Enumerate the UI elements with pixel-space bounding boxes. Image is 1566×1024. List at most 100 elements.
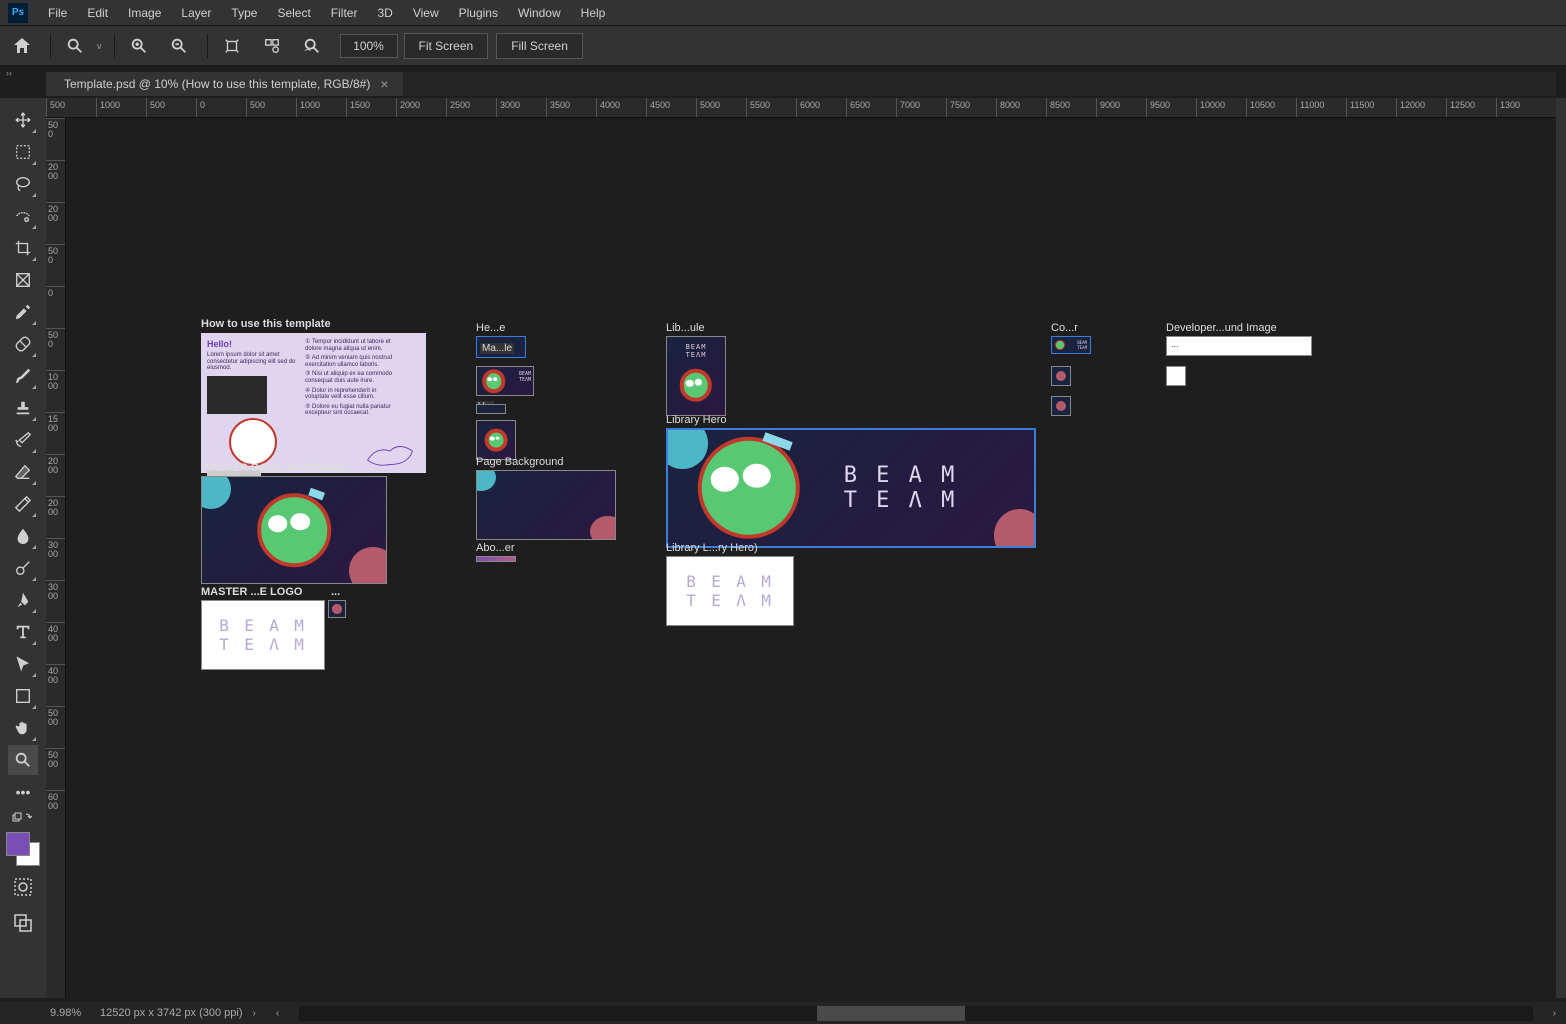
artboard-label-dev[interactable]: Developer...und Image xyxy=(1166,322,1277,334)
eraser-tool-icon[interactable] xyxy=(8,457,38,487)
swap-colors-icon[interactable] xyxy=(8,809,38,825)
artboard-about[interactable] xyxy=(476,556,516,562)
lasso-tool-icon[interactable] xyxy=(8,169,38,199)
artboard-co-1[interactable]: BEAMTEΛM xyxy=(1051,336,1091,354)
menu-file[interactable]: File xyxy=(38,0,77,26)
document-tab[interactable]: Template.psd @ 10% (How to use this temp… xyxy=(46,72,403,96)
scrollbar-thumb[interactable] xyxy=(817,1006,965,1021)
frame-tool-icon[interactable] xyxy=(8,265,38,295)
gradient-tool-icon[interactable] xyxy=(8,489,38,519)
artboard-lib-capsule[interactable]: BEAMTEΛM xyxy=(666,336,726,416)
artboard-dev-2[interactable] xyxy=(1166,366,1186,386)
hero-text: B E A M T E Λ M xyxy=(844,430,1012,546)
quick-mask-icon[interactable] xyxy=(8,872,38,902)
dropdown-chevron-icon[interactable]: v xyxy=(97,41,102,51)
brush-tool-icon[interactable] xyxy=(8,361,38,391)
screen-mode-icon[interactable] xyxy=(8,908,38,938)
zoom-tool-icon[interactable] xyxy=(8,745,38,775)
zoom-value-input[interactable]: 100% xyxy=(340,34,398,58)
menu-filter[interactable]: Filter xyxy=(321,0,368,26)
status-zoom[interactable]: 9.98% xyxy=(0,1007,80,1019)
path-select-tool-icon[interactable] xyxy=(8,649,38,679)
artboard-label-master-icon[interactable]: ... xyxy=(331,586,340,598)
vertical-ruler[interactable]: 5002000200050005001000150020002000300030… xyxy=(46,118,66,998)
panel-collapse-icon[interactable]: ›› xyxy=(6,68,12,78)
scroll-left-icon[interactable]: ‹ xyxy=(266,1008,289,1019)
dodge-tool-icon[interactable] xyxy=(8,553,38,583)
zoom-all-icon[interactable] xyxy=(254,28,290,64)
history-brush-tool-icon[interactable] xyxy=(8,425,38,455)
artboard-label-main[interactable]: Ma...le xyxy=(480,343,514,354)
menu-view[interactable]: View xyxy=(403,0,449,26)
menu-select[interactable]: Select xyxy=(267,0,320,26)
artboard-dev-bg[interactable]: ... xyxy=(1166,336,1312,356)
menu-3d[interactable]: 3D xyxy=(367,0,402,26)
status-chevron-icon[interactable]: › xyxy=(243,1008,266,1019)
artboard-label-lib-hero[interactable]: Library Hero xyxy=(666,414,727,426)
artboard-small-capsule[interactable]: BEAMTEΛM xyxy=(476,366,534,396)
move-tool-icon[interactable] xyxy=(8,105,38,135)
pen-tool-icon[interactable] xyxy=(8,585,38,615)
right-panel-collapsed[interactable] xyxy=(1556,98,1566,998)
zoom-tool-icon[interactable] xyxy=(57,28,93,64)
menu-plugins[interactable]: Plugins xyxy=(449,0,508,26)
artboard-master-logo[interactable]: B E A M T E Λ M xyxy=(201,600,325,670)
selection-tool-icon[interactable] xyxy=(8,201,38,231)
marquee-tool-icon[interactable] xyxy=(8,137,38,167)
artboard-label-co[interactable]: Co...r xyxy=(1051,322,1078,334)
horizontal-ruler[interactable]: 5001000500050010001500200025003000350040… xyxy=(46,98,1556,118)
artboard-v[interactable] xyxy=(476,404,506,414)
menu-window[interactable]: Window xyxy=(508,0,571,26)
foreground-color-swatch[interactable] xyxy=(6,832,30,856)
scroll-right-icon[interactable]: › xyxy=(1543,1008,1566,1019)
artboard-co-2[interactable] xyxy=(1051,366,1071,386)
crop-tool-icon[interactable] xyxy=(8,233,38,263)
blur-tool-icon[interactable] xyxy=(8,521,38,551)
menu-type[interactable]: Type xyxy=(221,0,267,26)
fit-screen-button[interactable]: Fit Screen xyxy=(404,33,489,59)
stamp-tool-icon[interactable] xyxy=(8,393,38,423)
artboard-lib-logo[interactable]: B E A M T E Λ M xyxy=(666,556,794,626)
canvas[interactable]: How to use this template Hello! Lorem ip… xyxy=(66,118,1556,998)
close-tab-icon[interactable]: × xyxy=(380,72,388,96)
more-tools-icon[interactable]: ••• xyxy=(8,777,38,807)
artboard-library-hero[interactable]: B E A M T E Λ M xyxy=(666,428,1036,548)
artboard-master-icon[interactable] xyxy=(328,600,346,618)
color-swatches[interactable] xyxy=(6,832,40,866)
artboard-label-lib[interactable]: Lib...ule xyxy=(666,322,705,334)
zoom-out-icon[interactable] xyxy=(161,28,197,64)
artboard-label-header[interactable]: He...e xyxy=(476,322,505,334)
menu-bar: Ps File Edit Image Layer Type Select Fil… xyxy=(0,0,1566,26)
artboard-label-howto[interactable]: How to use this template xyxy=(201,318,331,330)
home-icon[interactable] xyxy=(4,28,40,64)
artboard-label-master-logo[interactable]: MASTER ...E LOGO xyxy=(201,586,302,598)
type-tool-icon[interactable] xyxy=(8,617,38,647)
artboard-label-page-bg[interactable]: Page Background xyxy=(476,456,563,468)
tools-panel: ••• xyxy=(0,98,46,998)
artboard-howto[interactable]: Hello! Lorem ipsum dolor sit amet consec… xyxy=(201,333,426,473)
artboard-label-about[interactable]: Abo...er xyxy=(476,542,515,554)
artboard-label-master-art[interactable]: MASTER GAME ARTBOARD xyxy=(201,462,349,474)
document-tab-bar: Template.psd @ 10% (How to use this temp… xyxy=(46,72,1556,96)
zoom-in-icon[interactable] xyxy=(121,28,157,64)
artboard-master-game[interactable] xyxy=(201,476,387,584)
horizontal-scrollbar[interactable] xyxy=(299,1006,1532,1021)
divider xyxy=(207,34,208,58)
menu-layer[interactable]: Layer xyxy=(171,0,221,26)
resize-window-icon[interactable] xyxy=(214,28,250,64)
artboard-label-lib-logo[interactable]: Library L...ry Hero) xyxy=(666,542,758,554)
eyedropper-tool-icon[interactable] xyxy=(8,297,38,327)
menu-edit[interactable]: Edit xyxy=(77,0,118,26)
artboard-page-bg[interactable] xyxy=(476,470,616,540)
artboard-co-3[interactable] xyxy=(1051,396,1071,416)
status-doc-info[interactable]: 12520 px x 3742 px (300 ppi) xyxy=(80,1007,243,1019)
shape-tool-icon[interactable] xyxy=(8,681,38,711)
hand-tool-icon[interactable] xyxy=(8,713,38,743)
healing-tool-icon[interactable] xyxy=(8,329,38,359)
menu-image[interactable]: Image xyxy=(118,0,171,26)
artboard-square[interactable] xyxy=(476,420,516,460)
menu-help[interactable]: Help xyxy=(571,0,616,26)
hands-illustration xyxy=(358,433,422,469)
fill-screen-button[interactable]: Fill Screen xyxy=(496,33,583,59)
scrubby-zoom-icon[interactable] xyxy=(294,28,330,64)
